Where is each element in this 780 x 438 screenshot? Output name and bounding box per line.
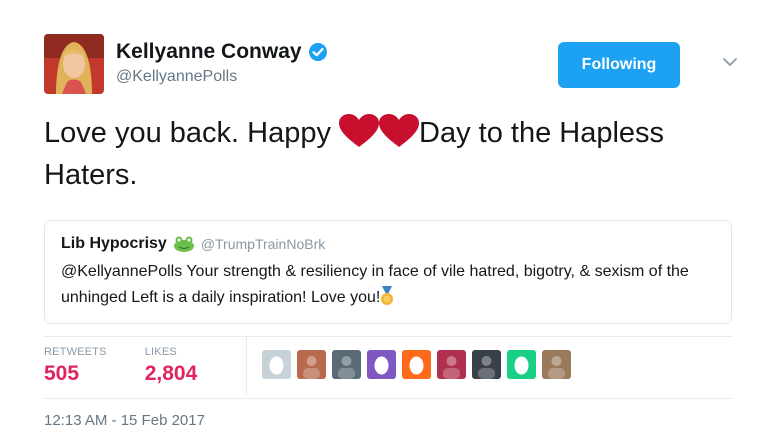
likes-label: LIKES bbox=[144, 346, 177, 358]
divider bbox=[44, 398, 732, 399]
liker-avatar[interactable] bbox=[297, 350, 326, 379]
quoted-text-body: @KellyannePolls Your strength & resilien… bbox=[61, 263, 689, 306]
liker-avatars bbox=[262, 350, 571, 379]
liker-avatar[interactable] bbox=[402, 350, 431, 379]
retweets-label: RETWEETS bbox=[44, 346, 107, 358]
liker-avatar[interactable] bbox=[367, 350, 396, 379]
author-handle[interactable]: @KellyannePolls bbox=[116, 68, 328, 86]
liker-avatar[interactable] bbox=[542, 350, 571, 379]
chevron-down-icon[interactable] bbox=[720, 52, 740, 72]
divider bbox=[246, 336, 247, 396]
tweet-text-start: Love you back. Happy bbox=[44, 117, 340, 149]
retweets-count: 505 bbox=[44, 362, 80, 385]
liker-avatar[interactable] bbox=[262, 350, 291, 379]
tweet-timestamp[interactable]: 12:13 AM - 15 Feb 2017 bbox=[44, 412, 205, 429]
following-button[interactable]: Following bbox=[558, 42, 680, 88]
quoted-text: @KellyannePolls Your strength & resilien… bbox=[61, 259, 715, 311]
author-display-name[interactable]: Kellyanne Conway bbox=[116, 40, 302, 64]
liker-avatar[interactable] bbox=[472, 350, 501, 379]
medal-icon bbox=[380, 286, 394, 306]
quoted-display-name: Lib Hypocrisy bbox=[61, 235, 167, 252]
heart-icon bbox=[379, 114, 420, 148]
divider bbox=[44, 336, 732, 337]
tweet-header: Kellyanne Conway @KellyannePolls Followi… bbox=[44, 34, 740, 94]
likes-count: 2,804 bbox=[144, 362, 198, 385]
quoted-tweet[interactable]: Lib Hypocrisy @TrumpTrainNoBrk @Kellyann… bbox=[44, 220, 732, 324]
heart-icon bbox=[339, 114, 380, 148]
verified-badge-icon bbox=[308, 42, 328, 62]
likes-stat[interactable]: LIKES 2,804 bbox=[145, 346, 198, 386]
liker-avatar[interactable] bbox=[507, 350, 536, 379]
retweets-stat[interactable]: RETWEETS 505 bbox=[44, 346, 107, 386]
frog-icon bbox=[173, 236, 195, 252]
tweet-text: Love you back. Happy Day to the Hapless … bbox=[44, 112, 744, 196]
author-info: Kellyanne Conway @KellyannePolls bbox=[116, 40, 328, 86]
author-avatar[interactable] bbox=[44, 34, 104, 94]
liker-avatar[interactable] bbox=[332, 350, 361, 379]
liker-avatar[interactable] bbox=[437, 350, 466, 379]
quoted-handle: @TrumpTrainNoBrk bbox=[200, 236, 326, 252]
tweet-stats: RETWEETS 505 LIKES 2,804 bbox=[44, 346, 235, 386]
